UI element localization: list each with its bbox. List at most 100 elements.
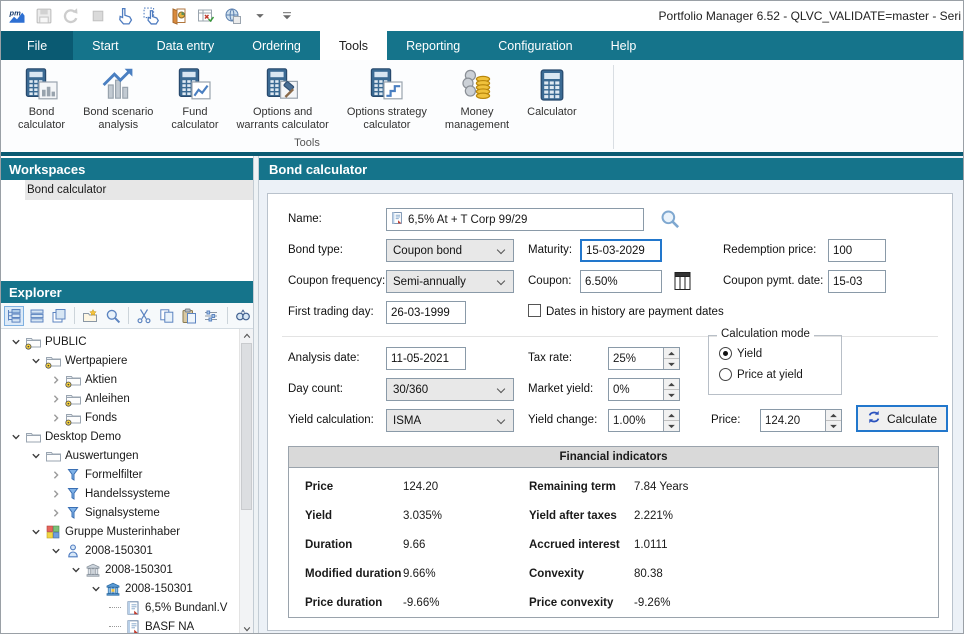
market-yield-down-icon[interactable]	[664, 390, 679, 400]
pointer-icon[interactable]	[115, 6, 135, 26]
expand-icon[interactable]	[49, 373, 63, 387]
tab-reporting[interactable]: Reporting	[387, 31, 479, 60]
yield-radio[interactable]	[719, 347, 732, 360]
caret-down-icon[interactable]	[250, 6, 270, 26]
collapse-icon[interactable]	[89, 582, 103, 596]
tax-rate-up-icon[interactable]	[664, 348, 679, 359]
tab-data-entry[interactable]: Data entry	[138, 31, 234, 60]
list-view-icon[interactable]	[26, 306, 46, 326]
yield-radio-row[interactable]: Yield	[719, 347, 762, 360]
scroll-down-icon[interactable]	[240, 622, 253, 634]
tree-view-icon[interactable]	[4, 306, 24, 326]
name-input[interactable]: 6,5% At + T Corp 99/29	[386, 208, 644, 231]
tree-item-2008-150301[interactable]: 2008-150301	[5, 579, 239, 598]
refresh-icon[interactable]	[61, 6, 81, 26]
stop-icon[interactable]	[88, 6, 108, 26]
tree-item-aktien[interactable]: Aktien	[5, 370, 239, 389]
coupon-frequency-select[interactable]: Semi-annually	[386, 270, 514, 293]
tree-item-wertpapiere[interactable]: Wertpapiere	[5, 351, 239, 370]
yield-change-spinner[interactable]: 1.00%	[608, 409, 680, 432]
tree-item-basf-na[interactable]: BASF NA	[5, 617, 239, 634]
price-up-icon[interactable]	[826, 410, 841, 421]
tree-item-fonds[interactable]: Fonds	[5, 408, 239, 427]
redemption-price-input[interactable]	[828, 239, 886, 262]
ribbon-item-fund-calculator[interactable]: Fundcalculator	[162, 65, 227, 134]
paste-icon[interactable]	[179, 306, 199, 326]
tree-scrollbar[interactable]	[239, 329, 253, 634]
expand-icon[interactable]	[49, 506, 63, 520]
dates-history-checkbox[interactable]	[528, 304, 541, 317]
tree-item-handelssysteme[interactable]: Handelssysteme	[5, 484, 239, 503]
scrollbar-thumb[interactable]	[241, 343, 252, 510]
tree-item-public[interactable]: PUBLIC	[5, 332, 239, 351]
collapse-icon[interactable]	[69, 563, 83, 577]
maturity-input[interactable]	[580, 239, 662, 262]
tab-file[interactable]: File	[1, 31, 73, 60]
coupon-pymt-date-input[interactable]	[828, 270, 886, 293]
calculate-button[interactable]: Calculate	[856, 405, 948, 432]
tax-rate-spinner[interactable]: 25%	[608, 347, 680, 370]
first-trading-day-input[interactable]	[386, 301, 466, 324]
bond-type-select[interactable]: Coupon bond	[386, 239, 514, 262]
ribbon-item-calculator[interactable]: Calculator	[518, 65, 586, 121]
expand-icon[interactable]	[49, 392, 63, 406]
tab-ordering[interactable]: Ordering	[233, 31, 320, 60]
tree-item-anleihen[interactable]: Anleihen	[5, 389, 239, 408]
report-icon[interactable]	[169, 6, 189, 26]
yield-calculation-select[interactable]: ISMA	[386, 409, 514, 432]
tab-help[interactable]: Help	[592, 31, 656, 60]
yield-change-up-icon[interactable]	[664, 410, 679, 421]
price-down-icon[interactable]	[826, 421, 841, 431]
tax-rate-down-icon[interactable]	[664, 359, 679, 369]
cut-icon[interactable]	[134, 306, 154, 326]
scroll-up-icon[interactable]	[240, 329, 253, 342]
search-icon[interactable]	[658, 207, 682, 231]
collapse-icon[interactable]	[29, 354, 43, 368]
tree-item-formelfilter[interactable]: Formelfilter	[5, 465, 239, 484]
coupon-dates-table-icon[interactable]	[672, 269, 694, 293]
tree-item-auswertungen[interactable]: Auswertungen	[5, 446, 239, 465]
collapse-icon[interactable]	[49, 544, 63, 558]
collapse-icon[interactable]	[9, 430, 23, 444]
tree-item-2008-150301[interactable]: 2008-150301	[5, 541, 239, 560]
tree-item-gruppe-musterinhaber[interactable]: Gruppe Musterinhaber	[5, 522, 239, 541]
expand-icon[interactable]	[49, 468, 63, 482]
market-yield-spinner[interactable]: 0%	[608, 378, 680, 401]
ribbon-item-bond-scenario-analysis[interactable]: Bond scenarioanalysis	[74, 65, 162, 134]
tab-tools[interactable]: Tools	[320, 31, 387, 60]
tab-configuration[interactable]: Configuration	[479, 31, 591, 60]
find-icon[interactable]	[233, 306, 253, 326]
tree-item-6-5-bundanl-v[interactable]: 6,5% Bundanl.V	[5, 598, 239, 617]
day-count-select[interactable]: 30/360	[386, 378, 514, 401]
analysis-date-input[interactable]	[386, 347, 466, 370]
coupon-input[interactable]	[580, 270, 662, 293]
ribbon-item-money-management[interactable]: Moneymanagement	[436, 65, 518, 134]
workspace-item-bond-calculator[interactable]: Bond calculator	[1, 180, 253, 200]
new-folder-icon[interactable]	[80, 306, 100, 326]
ribbon-item-options-strategy-calculator[interactable]: Options strategycalculator	[338, 65, 436, 134]
collapse-icon[interactable]	[29, 449, 43, 463]
copy-icon[interactable]	[156, 306, 176, 326]
market-yield-up-icon[interactable]	[664, 379, 679, 390]
collapse-icon[interactable]	[9, 335, 23, 349]
tab-start[interactable]: Start	[73, 31, 137, 60]
customize-icon[interactable]	[277, 6, 297, 26]
export-table-icon[interactable]	[196, 6, 216, 26]
ribbon-item-options-and-warrants-calculator[interactable]: Options andwarrants calculator	[227, 65, 337, 134]
tree-item-2008-150301[interactable]: 2008-150301	[5, 560, 239, 579]
price-at-yield-radio[interactable]	[719, 368, 732, 381]
copy-view-icon[interactable]	[49, 306, 69, 326]
expand-icon[interactable]	[49, 411, 63, 425]
price-at-yield-radio-row[interactable]: Price at yield	[719, 368, 803, 381]
pointer-grid-icon[interactable]	[142, 6, 162, 26]
price-spinner[interactable]: 124.20	[760, 409, 842, 432]
save-icon[interactable]	[34, 6, 54, 26]
expand-icon[interactable]	[49, 487, 63, 501]
yield-change-down-icon[interactable]	[664, 421, 679, 431]
ribbon-item-bond-calculator[interactable]: Bondcalculator	[9, 65, 74, 134]
tree-item-desktop-demo[interactable]: Desktop Demo	[5, 427, 239, 446]
search-icon[interactable]	[103, 306, 123, 326]
globe-doc-icon[interactable]	[223, 6, 243, 26]
tree-item-signalsysteme[interactable]: Signalsysteme	[5, 503, 239, 522]
filter-settings-icon[interactable]	[201, 306, 221, 326]
